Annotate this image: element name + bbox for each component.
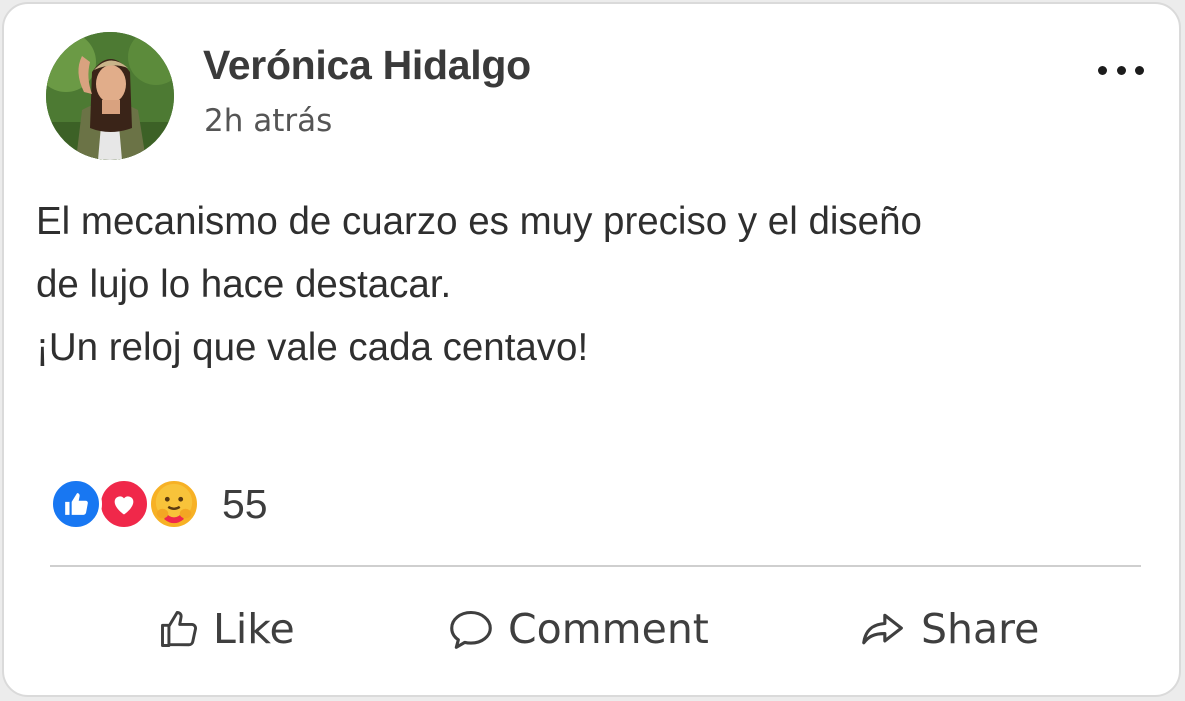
reactions-summary[interactable]	[50, 478, 210, 530]
reaction-count[interactable]: 55	[222, 481, 268, 528]
thumbs-up-icon	[161, 611, 198, 647]
share-label: Share	[921, 605, 1040, 653]
more-options-button[interactable]	[1098, 60, 1144, 80]
post-text-line: El mecanismo de cuarzo es muy preciso y …	[36, 200, 922, 243]
like-button[interactable]: Like	[157, 601, 295, 657]
avatar[interactable]	[46, 32, 174, 160]
post-timestamp[interactable]: 2h atrás	[204, 103, 332, 139]
post-text-line: de lujo lo hace destacar.	[36, 263, 452, 306]
share-arrow-icon	[862, 613, 903, 645]
comment-label: Comment	[508, 605, 709, 653]
speech-bubble-icon	[450, 610, 492, 649]
more-options-icon-dot	[1135, 65, 1144, 75]
comment-button[interactable]: Comment	[446, 601, 709, 657]
more-options-icon-dot	[1116, 65, 1126, 75]
divider	[50, 565, 1141, 567]
post-text: El mecanismo de cuarzo es muy preciso y …	[36, 190, 1146, 379]
avatar-photo	[46, 32, 174, 160]
post-card: Verónica Hidalgo 2h atrás El mecanismo d…	[2, 2, 1181, 697]
post-text-line: ¡Un reloj que vale cada centavo!	[36, 326, 589, 369]
like-label: Like	[213, 605, 295, 653]
like-reaction-icon	[50, 478, 102, 530]
care-reaction-icon	[148, 478, 200, 530]
more-options-icon	[1098, 65, 1107, 75]
author-name[interactable]: Verónica Hidalgo	[203, 42, 531, 89]
share-button[interactable]: Share	[857, 601, 1039, 657]
love-reaction-icon	[98, 478, 150, 530]
